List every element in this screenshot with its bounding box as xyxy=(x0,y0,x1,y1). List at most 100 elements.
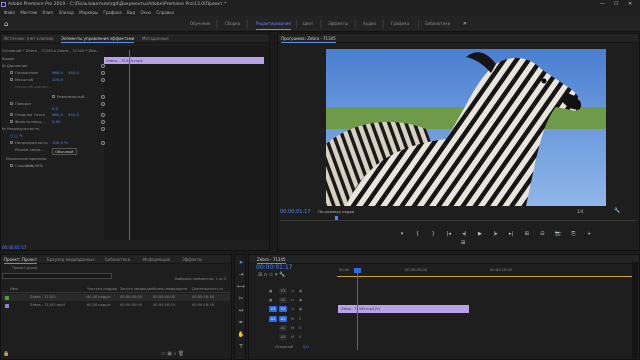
row-motion[interactable]: fx Движение xyxy=(2,63,105,70)
position-y-value[interactable]: 540,0 xyxy=(68,70,79,77)
razor-tool-icon[interactable]: ✂ xyxy=(237,295,245,303)
home-icon[interactable]: ⌂ xyxy=(4,20,12,28)
workspace-effects[interactable]: Эффекты xyxy=(328,16,348,32)
ec-clip-bar[interactable]: Zebra - 71345.mp4 xyxy=(104,57,264,64)
source-patch[interactable]: V1 xyxy=(269,306,277,312)
compare-icon[interactable]: ⎘ xyxy=(567,231,581,237)
step-back-icon[interactable]: ◂| xyxy=(457,231,471,237)
menu-markers[interactable]: Маркеры xyxy=(79,10,98,15)
row-opacity-section[interactable]: fx Непрозрачность xyxy=(2,126,105,133)
go-to-out-icon[interactable]: ▸| xyxy=(504,231,518,237)
item-name[interactable]: Zebra - 71345.mp4 xyxy=(30,302,65,309)
playhead-marker[interactable] xyxy=(335,216,338,220)
pen-tool-icon[interactable]: ✒ xyxy=(237,319,245,327)
eye-icon[interactable]: ◉ xyxy=(299,305,302,313)
tab-info[interactable]: Информация xyxy=(143,255,170,264)
col-duration[interactable]: Длительность м xyxy=(192,286,223,293)
source-patch[interactable]: A1 xyxy=(269,316,277,322)
stopwatch-icon[interactable] xyxy=(10,71,13,74)
extract-icon[interactable]: ⊟ xyxy=(535,231,549,237)
scale-value[interactable]: 100,0 xyxy=(52,77,63,84)
maximize-button[interactable]: ☐ xyxy=(614,0,618,9)
row-time-remap[interactable]: Изменение времени xyxy=(2,156,105,163)
lock-icon[interactable]: ▣ xyxy=(269,287,272,295)
track-label[interactable]: V3 xyxy=(279,288,287,294)
lock-icon[interactable]: 🔒 xyxy=(3,351,9,357)
sync-icon[interactable]: ▭ xyxy=(291,305,294,313)
stopwatch-icon[interactable] xyxy=(10,113,13,116)
settings-wrench-icon[interactable]: 🔧 xyxy=(279,272,285,278)
eye-icon[interactable]: ◉ xyxy=(299,296,302,304)
clip-path[interactable]: Основной * Zebra - 71345 ▸ Zebra - 71345… xyxy=(2,48,102,55)
sync-icon[interactable]: ▭ xyxy=(291,296,294,304)
add-marker-icon[interactable]: ▾ xyxy=(395,231,409,237)
trash-icon[interactable]: 🗑 xyxy=(178,351,184,357)
track-label[interactable]: A2 xyxy=(279,325,287,331)
workspace-libraries[interactable]: Библиотеки xyxy=(425,16,450,32)
tab-effects[interactable]: Эффекты xyxy=(182,255,202,264)
menu-view[interactable]: Вид xyxy=(127,10,135,15)
selection-tool-icon[interactable]: ➤ xyxy=(237,259,245,267)
reset-icon[interactable] xyxy=(101,127,105,131)
track-label[interactable]: A1 xyxy=(279,316,287,322)
go-to-in-icon[interactable]: |◂ xyxy=(442,231,456,237)
play-icon[interactable]: ▶ xyxy=(473,231,487,237)
program-timecode[interactable]: 00:00:01:17 xyxy=(280,209,311,215)
uniform-checkbox[interactable] xyxy=(52,95,55,98)
timeline-timecode[interactable]: 00:00:01:17 xyxy=(256,264,293,271)
reset-icon[interactable] xyxy=(101,120,105,124)
tab-metadata[interactable]: Метаданные xyxy=(142,34,169,43)
solo-icon[interactable]: S xyxy=(299,324,301,332)
program-scrub-bar[interactable] xyxy=(280,216,636,221)
mask-ellipse-icon[interactable]: ○ xyxy=(10,133,13,138)
workspace-editing[interactable]: Редактирование xyxy=(256,16,291,32)
fit-select[interactable]: По размеру кадра xyxy=(318,209,354,214)
mute-icon[interactable]: M xyxy=(291,324,294,332)
mark-out-icon[interactable]: } xyxy=(426,231,440,237)
flicker-value[interactable]: 0,00 xyxy=(52,119,60,126)
nest-icon[interactable]: ⊞ xyxy=(258,272,262,278)
ripple-edit-tool-icon[interactable]: ⟷ xyxy=(237,283,245,291)
tab-project[interactable]: Проект: Проект xyxy=(4,255,38,264)
lift-icon[interactable]: ⊞ xyxy=(520,231,534,237)
workspace-graphics[interactable]: Графика xyxy=(391,16,409,32)
resolution-select[interactable]: 1/4 xyxy=(577,209,583,214)
track-label[interactable]: A3 xyxy=(279,334,287,340)
playhead-handle[interactable] xyxy=(354,268,361,273)
reset-icon[interactable] xyxy=(101,113,105,117)
stopwatch-icon[interactable] xyxy=(10,120,13,123)
mask-pen-icon[interactable]: ✎ xyxy=(19,133,22,138)
solo-icon[interactable]: S xyxy=(299,333,301,341)
new-bin-icon[interactable]: ▭ xyxy=(161,351,166,357)
anchor-x-value[interactable]: 960,0 xyxy=(52,112,63,119)
sync-icon[interactable]: ▭ xyxy=(291,287,294,295)
timeline-ruler[interactable]: 00:00 00:00:05:00 00:00:10:00 xyxy=(337,268,632,277)
search-icon[interactable]: ⌕ xyxy=(173,351,176,357)
mute-icon[interactable]: M xyxy=(291,333,294,341)
close-button[interactable]: ✕ xyxy=(628,0,632,9)
tab-effect-controls[interactable]: Элементы управления эффектами xyxy=(61,34,135,43)
track-label[interactable]: V1 xyxy=(279,306,287,312)
table-row[interactable]: Zebra - 71345 60,00 кадр/с 00:00:00:00 0… xyxy=(2,294,230,301)
reset-icon[interactable] xyxy=(101,141,105,145)
menu-sequence[interactable]: Эпизод xyxy=(58,10,73,15)
item-name[interactable]: Zebra - 71345 xyxy=(30,294,56,301)
reset-icon[interactable] xyxy=(101,95,105,99)
marker-icon[interactable]: ▾ xyxy=(275,272,278,278)
timeline-playhead[interactable] xyxy=(357,268,358,350)
speed-value[interactable]: 100,00% xyxy=(26,163,43,170)
col-fps[interactable]: Частота кадров xyxy=(87,286,117,293)
col-name[interactable]: Имя xyxy=(10,286,18,293)
reset-icon[interactable] xyxy=(101,71,105,75)
eye-icon[interactable]: ◉ xyxy=(299,287,302,295)
stopwatch-icon[interactable] xyxy=(10,78,13,81)
minimize-button[interactable]: — xyxy=(600,0,605,9)
track-select-tool-icon[interactable]: ⇥ xyxy=(237,271,245,279)
ec-playhead[interactable] xyxy=(129,50,130,240)
hand-tool-icon[interactable]: ✋ xyxy=(237,331,245,339)
tab-media-browser[interactable]: Браузер медиаданных xyxy=(47,255,95,264)
mute-icon[interactable]: M xyxy=(291,315,294,323)
opacity-value[interactable]: 100,0 % xyxy=(52,140,68,147)
mask-rect-icon[interactable]: □ xyxy=(15,133,19,138)
master-value[interactable]: 0,0 xyxy=(303,343,309,351)
